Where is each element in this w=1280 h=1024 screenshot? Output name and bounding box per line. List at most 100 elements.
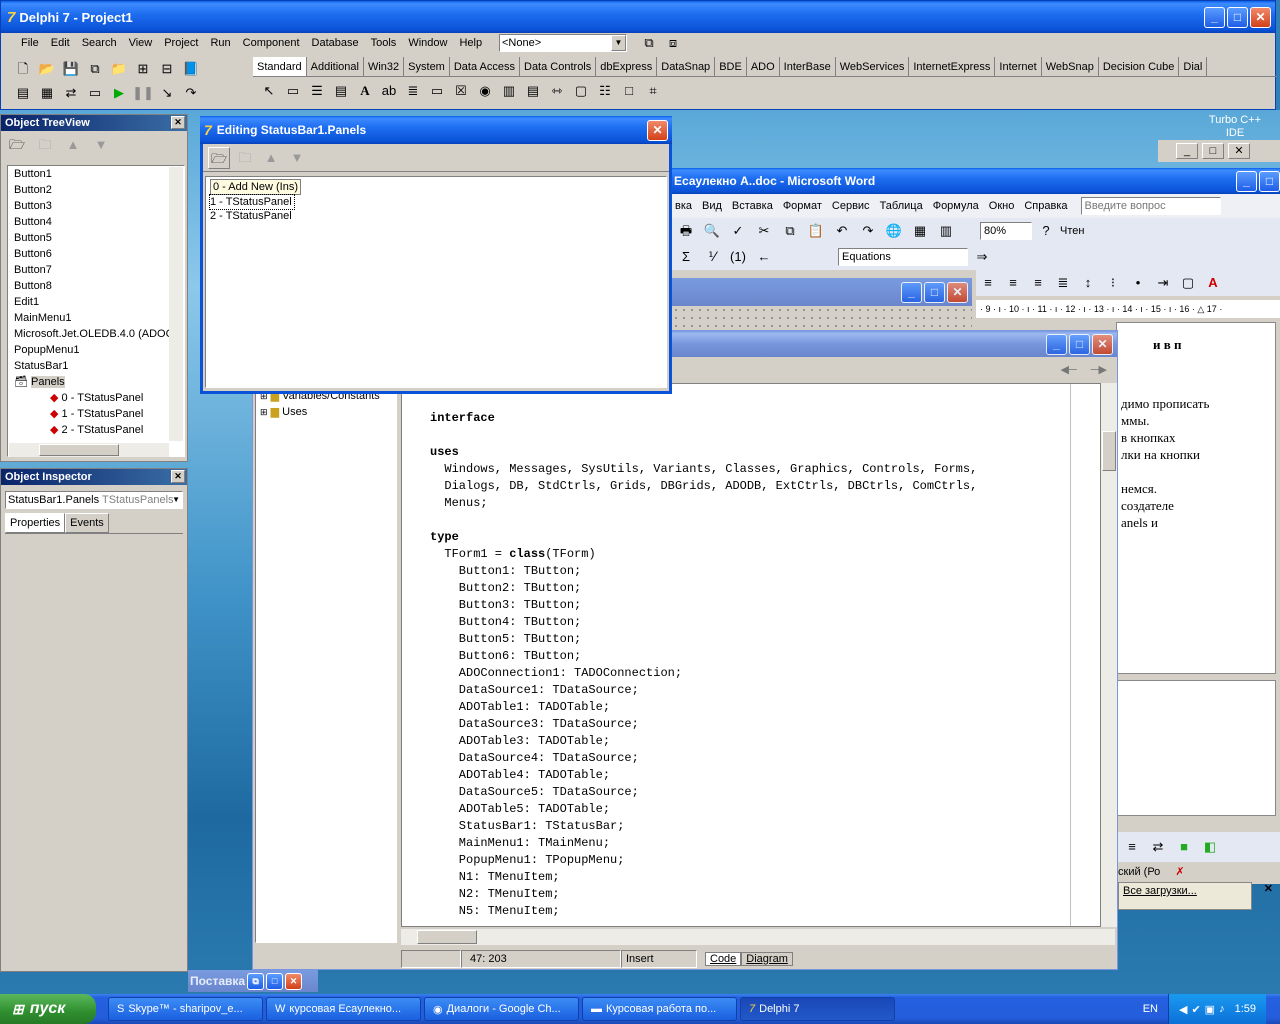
mainmenu-icon[interactable]: ☰ <box>306 80 328 102</box>
tab-additional[interactable]: Additional <box>307 57 364 76</box>
menu-edit[interactable]: Edit <box>45 33 76 53</box>
tree-item[interactable]: Button2 <box>14 182 184 198</box>
menu-component[interactable]: Component <box>237 33 306 53</box>
tree-item[interactable]: Button7 <box>14 262 184 278</box>
tray-arrow-icon[interactable]: ◀ <box>1179 1003 1187 1016</box>
taskbar-item-folder[interactable]: ▬ Курсовая работа по... <box>582 997 737 1021</box>
tab-decision-cube[interactable]: Decision Cube <box>1099 57 1180 76</box>
align-left-icon[interactable]: ≡ <box>977 272 999 294</box>
tree-subitem[interactable]: ◆ 0 - TStatusPanel <box>14 390 184 406</box>
inspector-titlebar[interactable]: Object Inspector ✕ <box>1 469 187 485</box>
button-icon[interactable]: ▭ <box>426 80 448 102</box>
close-button[interactable]: ✕ <box>1250 6 1271 28</box>
word-titlebar[interactable]: Есаулекно А..doc - Microsoft Word _ □ <box>670 168 1280 194</box>
minimized-restore-button[interactable]: ⧉ <box>247 972 265 990</box>
word-menu-insert-partial[interactable]: вка <box>670 196 697 216</box>
taskbar-item-chrome[interactable]: ◉ Диалоги - Google Ch... <box>424 997 579 1021</box>
numbering-icon[interactable]: ⁝ <box>1102 272 1124 294</box>
editing-titlebar[interactable]: 7 Editing StatusBar1.Panels ✕ <box>200 116 672 144</box>
label-icon[interactable]: A <box>354 80 376 102</box>
actionlist-icon[interactable]: ⌗ <box>642 80 664 102</box>
explorer-uses-node[interactable]: ⊞ ▆ Uses <box>260 404 380 420</box>
tab-standard[interactable]: Standard <box>253 57 307 76</box>
tree-item[interactable]: Button6 <box>14 246 184 262</box>
shape-icon[interactable]: ■ <box>1173 836 1195 858</box>
move-down-icon[interactable]: ▼ <box>286 147 308 169</box>
add-new-icon[interactable]: 🗁 <box>208 146 230 169</box>
menu-search[interactable]: Search <box>76 33 123 53</box>
panel-list-item[interactable]: 1 - TStatusPanel <box>209 194 295 210</box>
indent-icon[interactable]: ⇥ <box>1152 272 1174 294</box>
treeview-titlebar[interactable]: Object TreeView ✕ <box>1 115 187 131</box>
word-ask-input[interactable]: Введите вопрос <box>1080 197 1221 215</box>
move-up-icon[interactable]: ▲ <box>62 134 84 156</box>
word-redo-icon[interactable]: ↷ <box>857 220 879 242</box>
form1-close-button[interactable]: ✕ <box>947 281 968 303</box>
checkbox-icon[interactable]: ☒ <box>450 80 472 102</box>
word-menu-table[interactable]: Таблица <box>875 196 928 216</box>
tree-item-panels[interactable]: 🗃 Panels <box>14 374 184 390</box>
editor-minimize-button[interactable]: _ <box>1046 333 1067 355</box>
word-menu-tools[interactable]: Сервис <box>827 196 875 216</box>
desktop-settings-icon[interactable]: ⧈ <box>662 32 684 54</box>
tree-item[interactable]: StatusBar1 <box>14 358 184 374</box>
menu-project[interactable]: Project <box>158 33 204 53</box>
editing-close-button[interactable]: ✕ <box>647 119 668 141</box>
tree-item[interactable]: Microsoft.Jet.OLEDB.4.0 (ADOC <box>14 326 184 342</box>
paren-icon[interactable]: (1) <box>727 246 749 268</box>
view-unit-icon[interactable]: ▤ <box>12 82 34 104</box>
justify-icon[interactable]: ≣ <box>1052 272 1074 294</box>
tree-item[interactable]: Edit1 <box>14 294 184 310</box>
tab-dialogs[interactable]: Dial <box>1179 57 1208 76</box>
word-menu-window[interactable]: Окно <box>984 196 1020 216</box>
word-print-icon[interactable]: 🖶 <box>675 220 697 242</box>
frame-icon[interactable]: ▭ <box>282 80 304 102</box>
spell-check-icon[interactable]: ✗ <box>1175 866 1184 878</box>
tab-interbase[interactable]: InterBase <box>780 57 836 76</box>
word-menu-view[interactable]: Вид <box>697 196 727 216</box>
taskbar-item-word[interactable]: Wкурсовая Есаулекно... <box>266 997 421 1021</box>
editor-horizontal-scrollbar[interactable] <box>401 929 1115 945</box>
tree-item[interactable]: Button4 <box>14 214 184 230</box>
tree-item[interactable]: Button3 <box>14 198 184 214</box>
forward-arrow-icon[interactable]: ─▶ <box>1091 363 1107 376</box>
step-icon[interactable]: ↷ <box>180 82 202 104</box>
fraction-icon[interactable]: ⅟ <box>701 246 723 268</box>
editor-close-button[interactable]: ✕ <box>1092 333 1113 355</box>
tab-data-access[interactable]: Data Access <box>450 57 520 76</box>
tray-security-icon[interactable]: ✔ <box>1191 1003 1200 1016</box>
new-icon[interactable]: 🗋 <box>12 58 34 80</box>
save-all-icon[interactable]: ⧉ <box>84 58 106 80</box>
open-project-icon[interactable]: 📁 <box>108 58 130 80</box>
tree-item[interactable]: Button8 <box>14 278 184 294</box>
tab-webservices[interactable]: WebServices <box>836 57 910 76</box>
word-minimize-button[interactable]: _ <box>1236 170 1257 192</box>
help-icon[interactable]: 📘 <box>180 58 202 80</box>
move-down-icon[interactable]: ▼ <box>90 134 112 156</box>
word-spell-icon[interactable]: ✓ <box>727 220 749 242</box>
menu-file[interactable]: File <box>15 33 45 53</box>
tree-item[interactable]: PopupMenu1 <box>14 342 184 358</box>
maximize-button[interactable]: □ <box>1227 6 1248 28</box>
tree-subitem[interactable]: ◆ 2 - TStatusPanel <box>14 422 184 438</box>
scrollbar-icon[interactable]: ⇿ <box>546 80 568 102</box>
arrows-icon[interactable]: ⇄ <box>1147 836 1169 858</box>
radiobutton-icon[interactable]: ◉ <box>474 80 496 102</box>
tab-system[interactable]: System <box>404 57 450 76</box>
sum-icon[interactable]: Σ <box>675 246 697 268</box>
horizontal-scroll-thumb[interactable] <box>417 930 477 944</box>
view-form-icon[interactable]: ▦ <box>36 82 58 104</box>
trace-icon[interactable]: ↘ <box>156 82 178 104</box>
pause-icon[interactable]: ❚❚ <box>132 82 154 104</box>
turbo-minimize-button[interactable]: _ <box>1176 143 1198 159</box>
tree-item[interactable]: Button5 <box>14 230 184 246</box>
downloads-link[interactable]: Все загрузки... <box>1123 885 1197 897</box>
form1-maximize-button[interactable]: □ <box>924 281 945 303</box>
word-menu-format[interactable]: Формат <box>778 196 827 216</box>
tree-item[interactable]: MainMenu1 <box>14 310 184 326</box>
turbo-cpp-icon-label[interactable]: Turbo C++ IDE <box>1200 114 1270 140</box>
word-copy-icon[interactable]: ⧉ <box>779 220 801 242</box>
toggle-icon[interactable]: ⇄ <box>60 82 82 104</box>
word-preview-icon[interactable]: 🔍 <box>701 220 723 242</box>
tab-internet[interactable]: Internet <box>995 57 1042 76</box>
